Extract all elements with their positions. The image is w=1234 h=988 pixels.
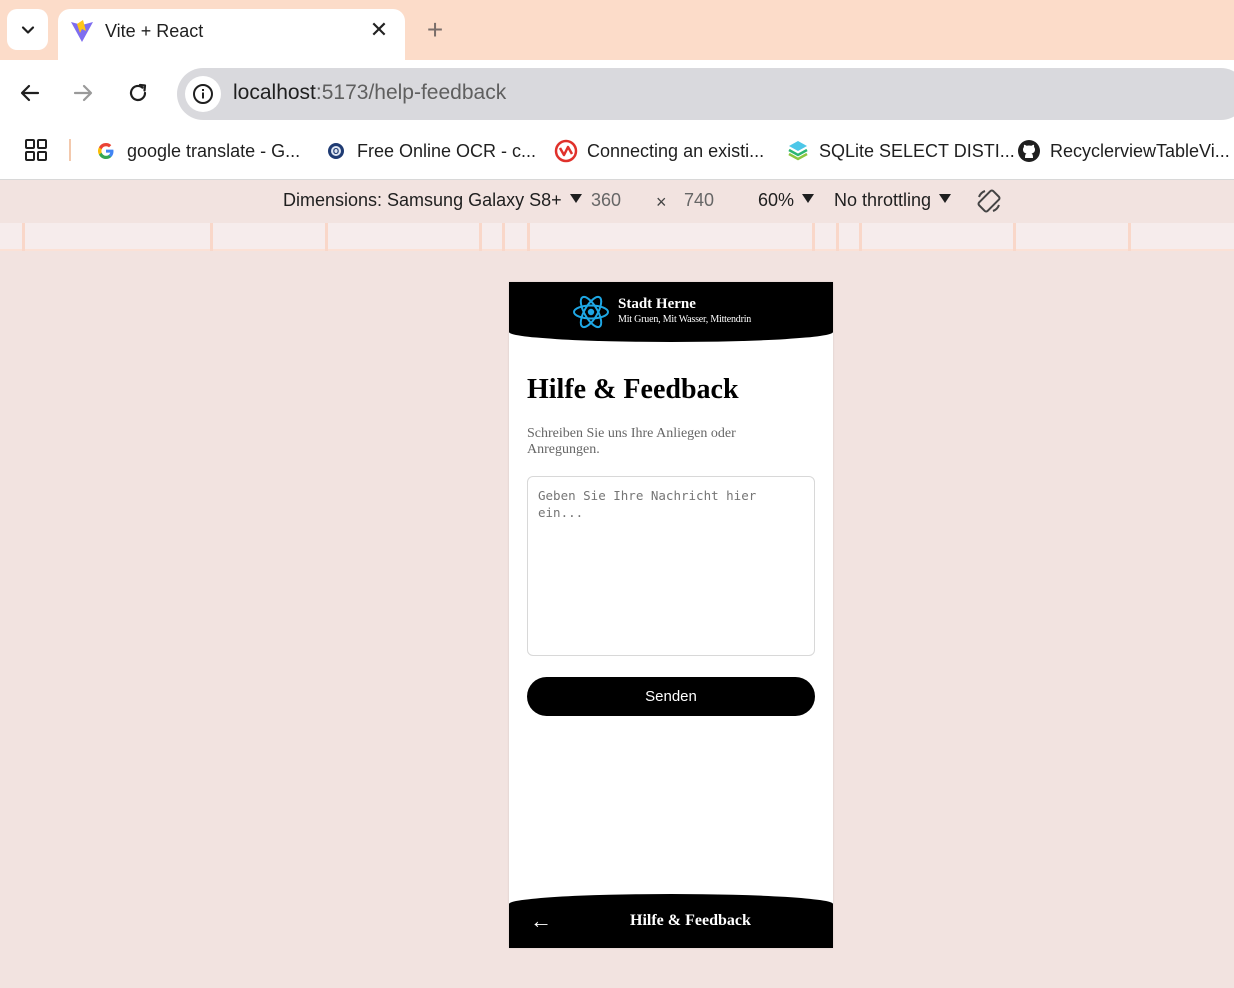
bookmark-item[interactable]: RecyclerviewTableVi...	[1017, 137, 1230, 165]
react-logo-icon	[573, 295, 609, 329]
browser-toolbar: localhost:5173/help-feedback	[0, 60, 1234, 127]
bookmark-label: Connecting an existi...	[587, 140, 765, 161]
ruler-marker	[210, 223, 213, 251]
ruler-marker	[502, 223, 505, 251]
rotate-icon	[977, 189, 1001, 213]
bookmark-item[interactable]: SQLite SELECT DISTI...	[786, 137, 1015, 165]
address-bar[interactable]: localhost:5173/help-feedback	[177, 68, 1234, 120]
arrow-right-icon	[73, 84, 93, 102]
reload-icon	[129, 83, 147, 102]
bookmark-label: RecyclerviewTableVi...	[1050, 140, 1230, 161]
bookmark-label: google translate - G...	[127, 140, 301, 161]
arrow-left-icon	[20, 84, 40, 102]
site-info-button[interactable]	[185, 76, 221, 112]
ocr-icon: O	[324, 139, 348, 163]
bookmark-item[interactable]: Connecting an existi...	[554, 137, 764, 165]
ruler-marker	[1013, 223, 1016, 251]
bookmark-label: Free Online OCR - c...	[357, 140, 537, 161]
github-icon	[1017, 139, 1041, 163]
device-viewport: Stadt Herne Mit Gruen, Mit Wasser, Mitte…	[509, 282, 833, 948]
ruler-marker	[325, 223, 328, 251]
url-host: localhost	[233, 81, 316, 104]
svg-text:O: O	[333, 147, 339, 156]
ruler-marker	[527, 223, 530, 251]
ruler-marker	[836, 223, 839, 251]
app-footer: ← Hilfe & Feedback	[509, 894, 833, 948]
device-select[interactable]: Dimensions: Samsung Galaxy S8+	[283, 190, 582, 211]
device-toolbar: Dimensions: Samsung Galaxy S8+ 360 × 740…	[0, 181, 1234, 223]
close-icon[interactable]: ✕	[367, 17, 391, 43]
device-label: Dimensions: Samsung Galaxy S8+	[283, 190, 562, 210]
info-icon	[193, 84, 213, 104]
page-description: Schreiben Sie uns Ihre Anliegen oder Anr…	[527, 426, 736, 457]
google-icon	[94, 139, 118, 163]
zoom-label: 60%	[758, 190, 795, 210]
rotate-button[interactable]	[975, 187, 1003, 220]
media-query-ruler	[0, 223, 1234, 251]
bookmarks-separator	[69, 139, 71, 161]
back-button[interactable]	[14, 77, 46, 109]
bookmark-item[interactable]: google translate - G...	[94, 137, 300, 165]
connect-icon	[554, 139, 578, 163]
footer-title: Hilfe & Feedback	[630, 912, 751, 929]
ruler-marker	[22, 223, 25, 251]
throttling-select[interactable]: No throttling	[834, 190, 952, 211]
app-header: Stadt Herne Mit Gruen, Mit Wasser, Mitte…	[509, 282, 833, 342]
back-arrow-icon[interactable]: ←	[529, 908, 553, 934]
new-tab-button[interactable]: +	[420, 14, 450, 46]
ruler-marker	[859, 223, 862, 251]
sqlite-icon	[786, 139, 810, 163]
tab-strip: Vite + React ✕ +	[0, 0, 1234, 60]
zoom-select[interactable]: 60%	[758, 190, 815, 211]
bookmark-item[interactable]: O Free Online OCR - c...	[324, 137, 536, 165]
bookmarks-bar: google translate - G... O Free Online OC…	[0, 127, 1234, 180]
tab-title: Vite + React	[105, 21, 204, 41]
brand-subtitle: Mit Gruen, Mit Wasser, Mittendrin	[618, 314, 752, 325]
height-input[interactable]: 740	[684, 190, 714, 211]
vite-icon	[71, 20, 93, 42]
bookmark-label: SQLite SELECT DISTI...	[819, 140, 1015, 161]
dimension-separator: ×	[656, 192, 667, 212]
page-title: Hilfe & Feedback	[527, 374, 739, 405]
width-input[interactable]: 360	[591, 190, 621, 211]
dropdown-caret-icon	[569, 194, 582, 203]
throttling-label: No throttling	[834, 190, 932, 210]
ruler-marker	[1128, 223, 1131, 251]
url-text[interactable]: localhost:5173/help-feedback	[233, 81, 506, 105]
apps-grid-icon[interactable]	[24, 138, 48, 162]
browser-tab[interactable]: Vite + React ✕	[58, 9, 405, 60]
brand-title: Stadt Herne	[618, 296, 696, 312]
chevron-down-icon	[21, 25, 34, 34]
url-path: :5173/help-feedback	[315, 81, 507, 104]
dropdown-caret-icon	[939, 194, 952, 203]
dropdown-caret-icon	[802, 194, 815, 203]
message-textarea[interactable]	[527, 476, 815, 656]
ruler-marker	[479, 223, 482, 251]
reload-button[interactable]	[122, 77, 154, 109]
forward-button[interactable]	[67, 77, 99, 109]
send-button[interactable]: Senden	[527, 677, 815, 716]
tab-search-button[interactable]	[7, 9, 48, 50]
ruler-marker	[812, 223, 815, 251]
